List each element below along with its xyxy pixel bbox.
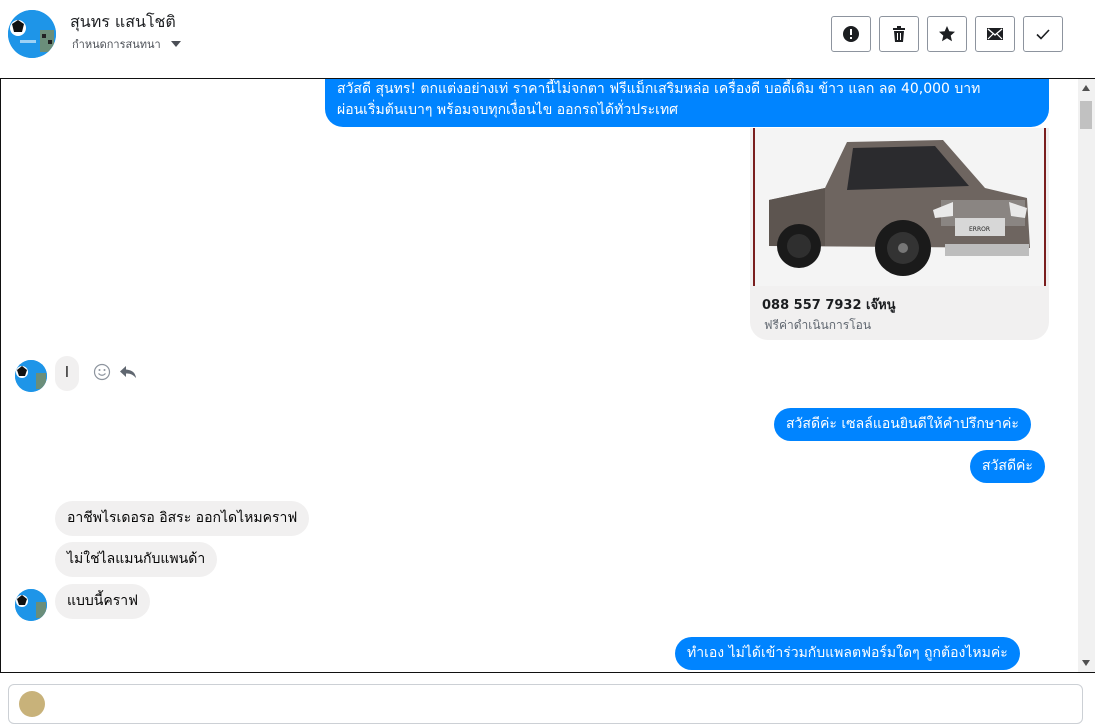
react-button[interactable] <box>93 363 111 385</box>
card-title[interactable]: 088 557 7932 เจ๊หนู <box>762 294 896 315</box>
outgoing-message: สวัสดีค่ะ <box>970 450 1045 483</box>
message-composer[interactable] <box>8 684 1083 724</box>
report-button[interactable] <box>831 16 871 52</box>
mark-unread-button[interactable] <box>975 16 1015 52</box>
outgoing-message: ทำเอง ไม่ได้เข้าร่วมกับแพลตฟอร์มใดๆ ถูกต… <box>675 637 1020 670</box>
trash-icon <box>893 26 905 42</box>
smiley-icon <box>93 363 111 381</box>
outgoing-message: สวัสดี สุนทร! ตกแต่งอย่างเท่ ราคานี้ไม่จ… <box>325 79 1049 127</box>
conversation-header: สุนทร แสนโชติ กำหนดการสนทนา <box>0 0 1095 78</box>
mark-done-button[interactable] <box>1023 16 1063 52</box>
caret-down-icon <box>170 41 181 47</box>
message-text-line: ผ่อนเริ่มต้นเบาๆ พร้อมจบทุกเงื่อนไข ออกร… <box>337 102 679 118</box>
assign-conversation-label: กำหนดการสนทนา <box>72 38 161 51</box>
star-button[interactable] <box>927 16 967 52</box>
assign-conversation-dropdown[interactable]: กำหนดการสนทนา <box>72 35 181 53</box>
exclamation-circle-icon <box>843 26 859 42</box>
incoming-message: แบบนี้คราฟ <box>55 584 151 619</box>
incoming-message: l <box>55 356 79 391</box>
message-text-line: สวัสดี สุนทร! ตกแต่งอย่างเท่ ราคานี้ไม่จ… <box>337 81 981 97</box>
envelope-icon <box>987 28 1003 40</box>
reply-button[interactable] <box>119 363 137 385</box>
thread-scrollbar[interactable] <box>1078 79 1095 672</box>
reply-icon <box>120 366 136 378</box>
contact-avatar-small <box>15 589 47 621</box>
product-card[interactable]: ERROR 088 557 7932 เจ๊หนู ฟรีค่าดำเนินกา… <box>750 128 1049 340</box>
message-actions <box>93 363 137 385</box>
contact-name: สุนทร แสนโชติ <box>70 12 176 31</box>
delete-button[interactable] <box>879 16 919 52</box>
user-avatar <box>19 691 45 717</box>
card-subtitle: ฟรีค่าดำเนินการโอน <box>764 318 872 332</box>
incoming-message: ไม่ใช่ไลแมนกับแพนด้า <box>55 542 218 577</box>
check-icon <box>1036 29 1050 40</box>
scroll-up-arrow-icon[interactable] <box>1082 85 1090 91</box>
scroll-down-arrow-icon[interactable] <box>1082 660 1090 666</box>
car-image: ERROR <box>753 128 1046 286</box>
incoming-message: อาชีพไรเดอรอ อิสระ ออกไดไหมคราฟ <box>55 501 310 536</box>
scroll-thumb[interactable] <box>1080 101 1092 129</box>
message-thread[interactable]: สวัสดี สุนทร! ตกแต่งอย่างเท่ ราคานี้ไม่จ… <box>0 78 1095 673</box>
conversation-toolbar <box>831 16 1063 52</box>
star-icon <box>939 26 955 42</box>
contact-avatar-small <box>15 360 47 392</box>
outgoing-message: สวัสดีค่ะ เซลล์แอนยินดีให้คำปรึกษาค่ะ <box>774 408 1031 441</box>
contact-avatar[interactable] <box>8 10 56 58</box>
license-plate: ERROR <box>969 226 990 233</box>
